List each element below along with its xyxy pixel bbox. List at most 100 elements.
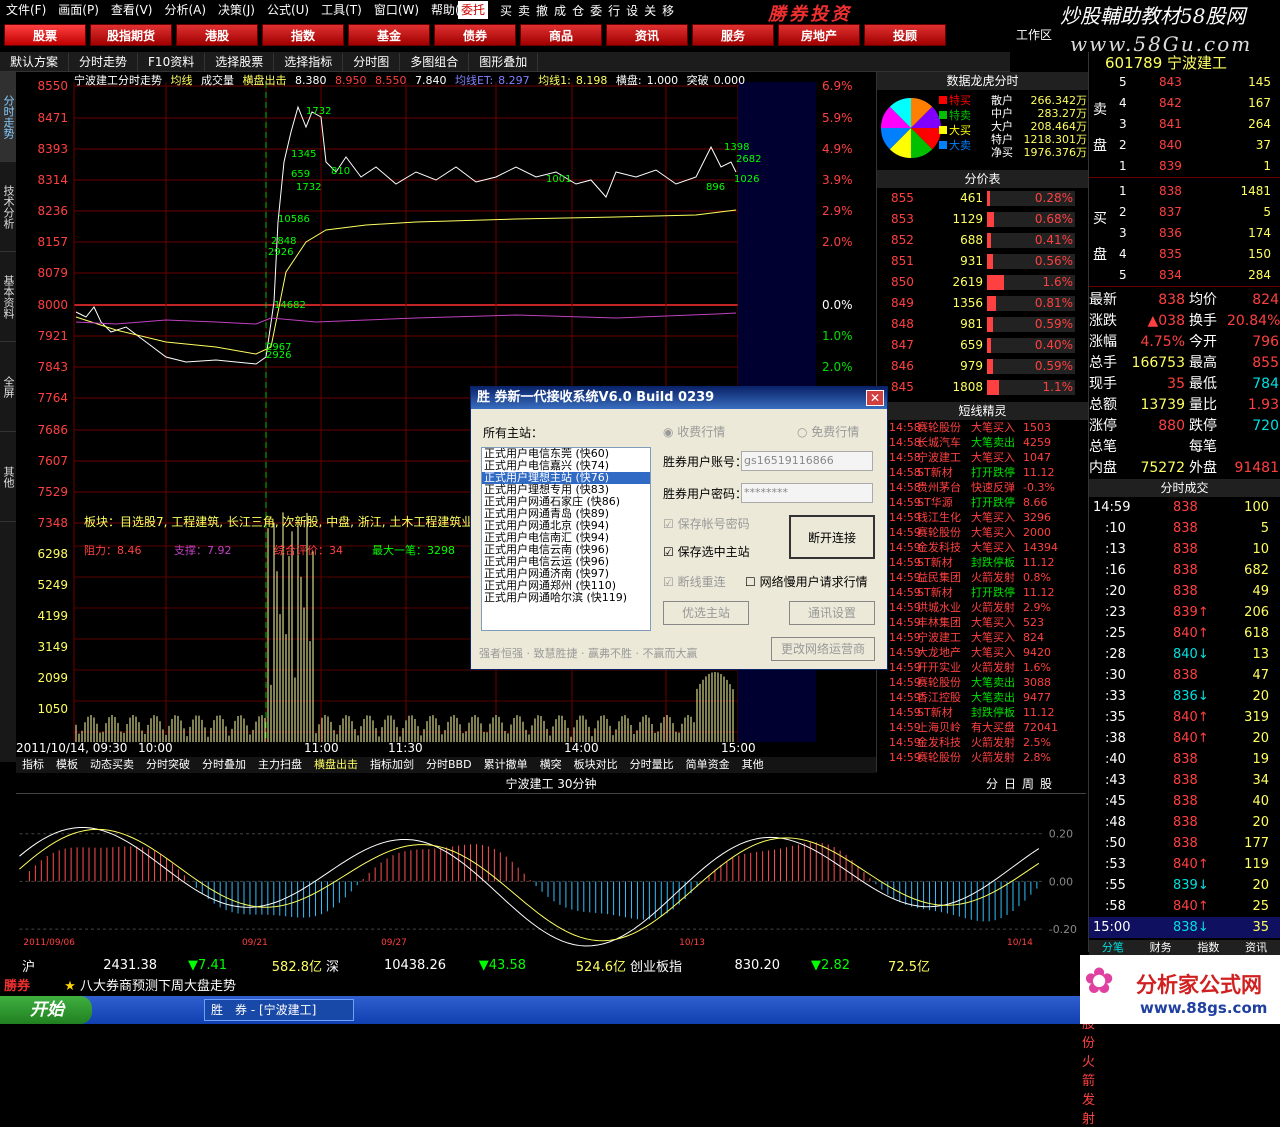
nav-3[interactable]: 指数 <box>262 24 344 46</box>
sprite-row[interactable]: 14:59 开开实业 火箭发射 1.6% <box>877 660 1088 675</box>
toolbar-item-0[interactable]: 买 <box>500 2 512 19</box>
sprite-row[interactable]: 14:59 金发科技 大笔买入 14394 <box>877 540 1088 555</box>
save-server-checkbox[interactable]: ☑ 保存选中主站 <box>663 543 750 560</box>
nav-6[interactable]: 商品 <box>520 24 602 46</box>
lower-tab-2[interactable]: 周 <box>1022 775 1034 792</box>
nav-0[interactable]: 股票 <box>4 24 86 46</box>
nav-1[interactable]: 股指期货 <box>90 24 172 46</box>
sidetab-1[interactable]: 技术分析 <box>0 162 16 252</box>
start-button[interactable]: 开始 <box>0 996 92 1024</box>
lower-indicator-chart[interactable]: 0.20 0.00 -0.20 2011/09/06 09/21 09/27 10/13 10… <box>16 793 1086 948</box>
trade-row[interactable]: :58 840↑ 25 <box>1089 896 1280 917</box>
netslow-checkbox[interactable]: ☐ 网络慢用户请求行情 <box>745 573 868 590</box>
sprite-row[interactable]: 14:59 ST新材 打开跌停 11.12 <box>877 585 1088 600</box>
sprite-row[interactable]: 14:59 丰林集团 大笔买入 523 <box>877 615 1088 630</box>
reconnect-checkbox[interactable]: ☑ 断线重连 <box>663 573 726 590</box>
trade-row[interactable]: :40 838 19 <box>1089 749 1280 770</box>
toolbar-item-3[interactable]: 成 <box>554 2 566 19</box>
subbar-7[interactable]: 图形叠加 <box>469 52 539 71</box>
sprite-row[interactable]: 14:58 宁波建工 大笔买入 1047 <box>877 450 1088 465</box>
trades-tab-0[interactable]: 分笔 <box>1089 940 1137 956</box>
menu-item-1[interactable]: 画面(P) <box>52 0 105 20</box>
lower-tab-3[interactable]: 股 <box>1040 775 1052 792</box>
menu-item-4[interactable]: 决策(J) <box>212 0 261 20</box>
subbar-5[interactable]: 分时图 <box>343 52 401 71</box>
sprite-row[interactable]: 14:59 香江控股 大笔卖出 9477 <box>877 690 1088 705</box>
trade-row[interactable]: :20 838 49 <box>1089 581 1280 602</box>
toolbar-item-2[interactable]: 撤 <box>536 2 548 19</box>
menu-item-5[interactable]: 公式(U) <box>261 0 315 20</box>
sprite-row[interactable]: 14:59 上海贝岭 有大买盘 72041 <box>877 720 1088 735</box>
toolbar-item-9[interactable]: 移 <box>662 2 674 19</box>
nav-4[interactable]: 基金 <box>348 24 430 46</box>
sidetab-0[interactable]: 分时走势 <box>0 72 16 162</box>
sprite-row[interactable]: 14:58 ST新材 打开跌停 11.12 <box>877 465 1088 480</box>
fee-radio[interactable]: ◉ 收费行情 <box>663 423 725 440</box>
sprite-row[interactable]: 14:59 赛轮股份 大笔卖出 3088 <box>877 675 1088 690</box>
menu-item-3[interactable]: 分析(A) <box>158 0 212 20</box>
trade-row[interactable]: :28 840↓ 13 <box>1089 644 1280 665</box>
nav-8[interactable]: 服务 <box>692 24 774 46</box>
sprite-row[interactable]: 14:59 益民集团 火箭发射 0.8% <box>877 570 1088 585</box>
trade-row[interactable]: :33 836↓ 20 <box>1089 686 1280 707</box>
toolbar-item-8[interactable]: 关 <box>644 2 656 19</box>
trades-tab-2[interactable]: 指数 <box>1185 940 1233 956</box>
sprite-row[interactable]: 14:59 ST新材 封跌停板 11.12 <box>877 705 1088 720</box>
indicator-tab-12[interactable]: 分时量比 <box>624 757 680 773</box>
weituo-button[interactable]: 委托 <box>458 1 489 19</box>
subbar-2[interactable]: F10资料 <box>138 52 206 71</box>
toolbar-item-4[interactable]: 仓 <box>572 2 584 19</box>
server-item[interactable]: 正式用户网通哈尔滨 (快119) <box>482 592 650 604</box>
nav-9[interactable]: 房地产 <box>778 24 860 46</box>
sidetab-2[interactable]: 基本资料 <box>0 252 16 342</box>
indicator-tab-11[interactable]: 板块对比 <box>568 757 624 773</box>
trade-row[interactable]: :13 838 10 <box>1089 539 1280 560</box>
indicator-tab-3[interactable]: 分时突破 <box>140 757 196 773</box>
indicator-tab-13[interactable]: 简单资金 <box>680 757 736 773</box>
server-list[interactable]: 正式用户电信东莞 (快60) 正式用户电信嘉兴 (快74) 正式用户理想主站 (快7… <box>481 447 651 631</box>
indicator-tab-8[interactable]: 分时BBD <box>420 757 478 773</box>
indicator-tab-0[interactable]: 指标 <box>16 757 50 773</box>
trade-row[interactable]: :25 840↑ 618 <box>1089 623 1280 644</box>
indicator-tab-4[interactable]: 分时叠加 <box>196 757 252 773</box>
trade-row[interactable]: :45 838 40 <box>1089 791 1280 812</box>
nav-2[interactable]: 港股 <box>176 24 258 46</box>
trade-row[interactable]: :43 838 34 <box>1089 770 1280 791</box>
free-radio[interactable]: ○ 免费行情 <box>797 423 859 440</box>
sprite-row[interactable]: 14:58 长城汽车 大笔卖出 4259 <box>877 435 1088 450</box>
change-network-button[interactable]: 更改网络运营商 <box>771 637 875 661</box>
subbar-0[interactable]: 默认方案 <box>0 52 70 71</box>
sprite-row[interactable]: 14:59 赛轮股份 大笔买入 2000 <box>877 525 1088 540</box>
menu-item-7[interactable]: 窗口(W) <box>368 0 425 20</box>
nav-5[interactable]: 债券 <box>434 24 516 46</box>
indicator-tab-9[interactable]: 累计撤单 <box>478 757 534 773</box>
subbar-6[interactable]: 多图组合 <box>400 52 470 71</box>
toolbar-item-7[interactable]: 设 <box>626 2 638 19</box>
toolbar-item-5[interactable]: 委 <box>590 2 602 19</box>
trade-row[interactable]: :50 838 177 <box>1089 833 1280 854</box>
trade-row[interactable]: :23 839↑ 206 <box>1089 602 1280 623</box>
trades-tab-3[interactable]: 资讯 <box>1232 940 1280 956</box>
trade-row[interactable]: :10 838 5 <box>1089 518 1280 539</box>
subbar-1[interactable]: 分时走势 <box>69 52 139 71</box>
password-field[interactable]: ******** <box>741 483 873 503</box>
sprite-row[interactable]: 14:59 ST华源 打开跌停 8.66 <box>877 495 1088 510</box>
workarea-label[interactable]: 工作区 <box>1016 26 1052 43</box>
toolbar-item-1[interactable]: 卖 <box>518 2 530 19</box>
ticker-text[interactable]: 八大券商预测下周大盘走势 <box>80 979 236 994</box>
sprite-row[interactable]: 14:59 金发科技 火箭发射 2.5% <box>877 735 1088 750</box>
sprite-row[interactable]: 14:59 宁波建工 大笔买入 824 <box>877 630 1088 645</box>
menu-item-6[interactable]: 工具(T) <box>315 0 368 20</box>
comm-settings-button[interactable]: 通讯设置 <box>789 601 875 625</box>
nav-10[interactable]: 投顾 <box>864 24 946 46</box>
trade-row[interactable]: 15:00 838↓ 35 <box>1089 917 1280 938</box>
trade-row[interactable]: :55 839↓ 20 <box>1089 875 1280 896</box>
close-icon[interactable]: ✕ <box>866 390 884 406</box>
sprite-row[interactable]: 14:59 赛轮股份 火箭发射 2.8% <box>877 750 1088 765</box>
news-ticker[interactable]: 勝券 ★ 八大券商预测下周大盘走势 赛轮股份 火箭发射 <box>0 975 1095 1127</box>
menu-item-2[interactable]: 查看(V) <box>105 0 159 20</box>
sprite-row[interactable]: 14:59 洪城水业 火箭发射 2.9% <box>877 600 1088 615</box>
trade-row[interactable]: :53 840↑ 119 <box>1089 854 1280 875</box>
indicator-tab-10[interactable]: 横突 <box>534 757 568 773</box>
trade-row[interactable]: :48 838 20 <box>1089 812 1280 833</box>
